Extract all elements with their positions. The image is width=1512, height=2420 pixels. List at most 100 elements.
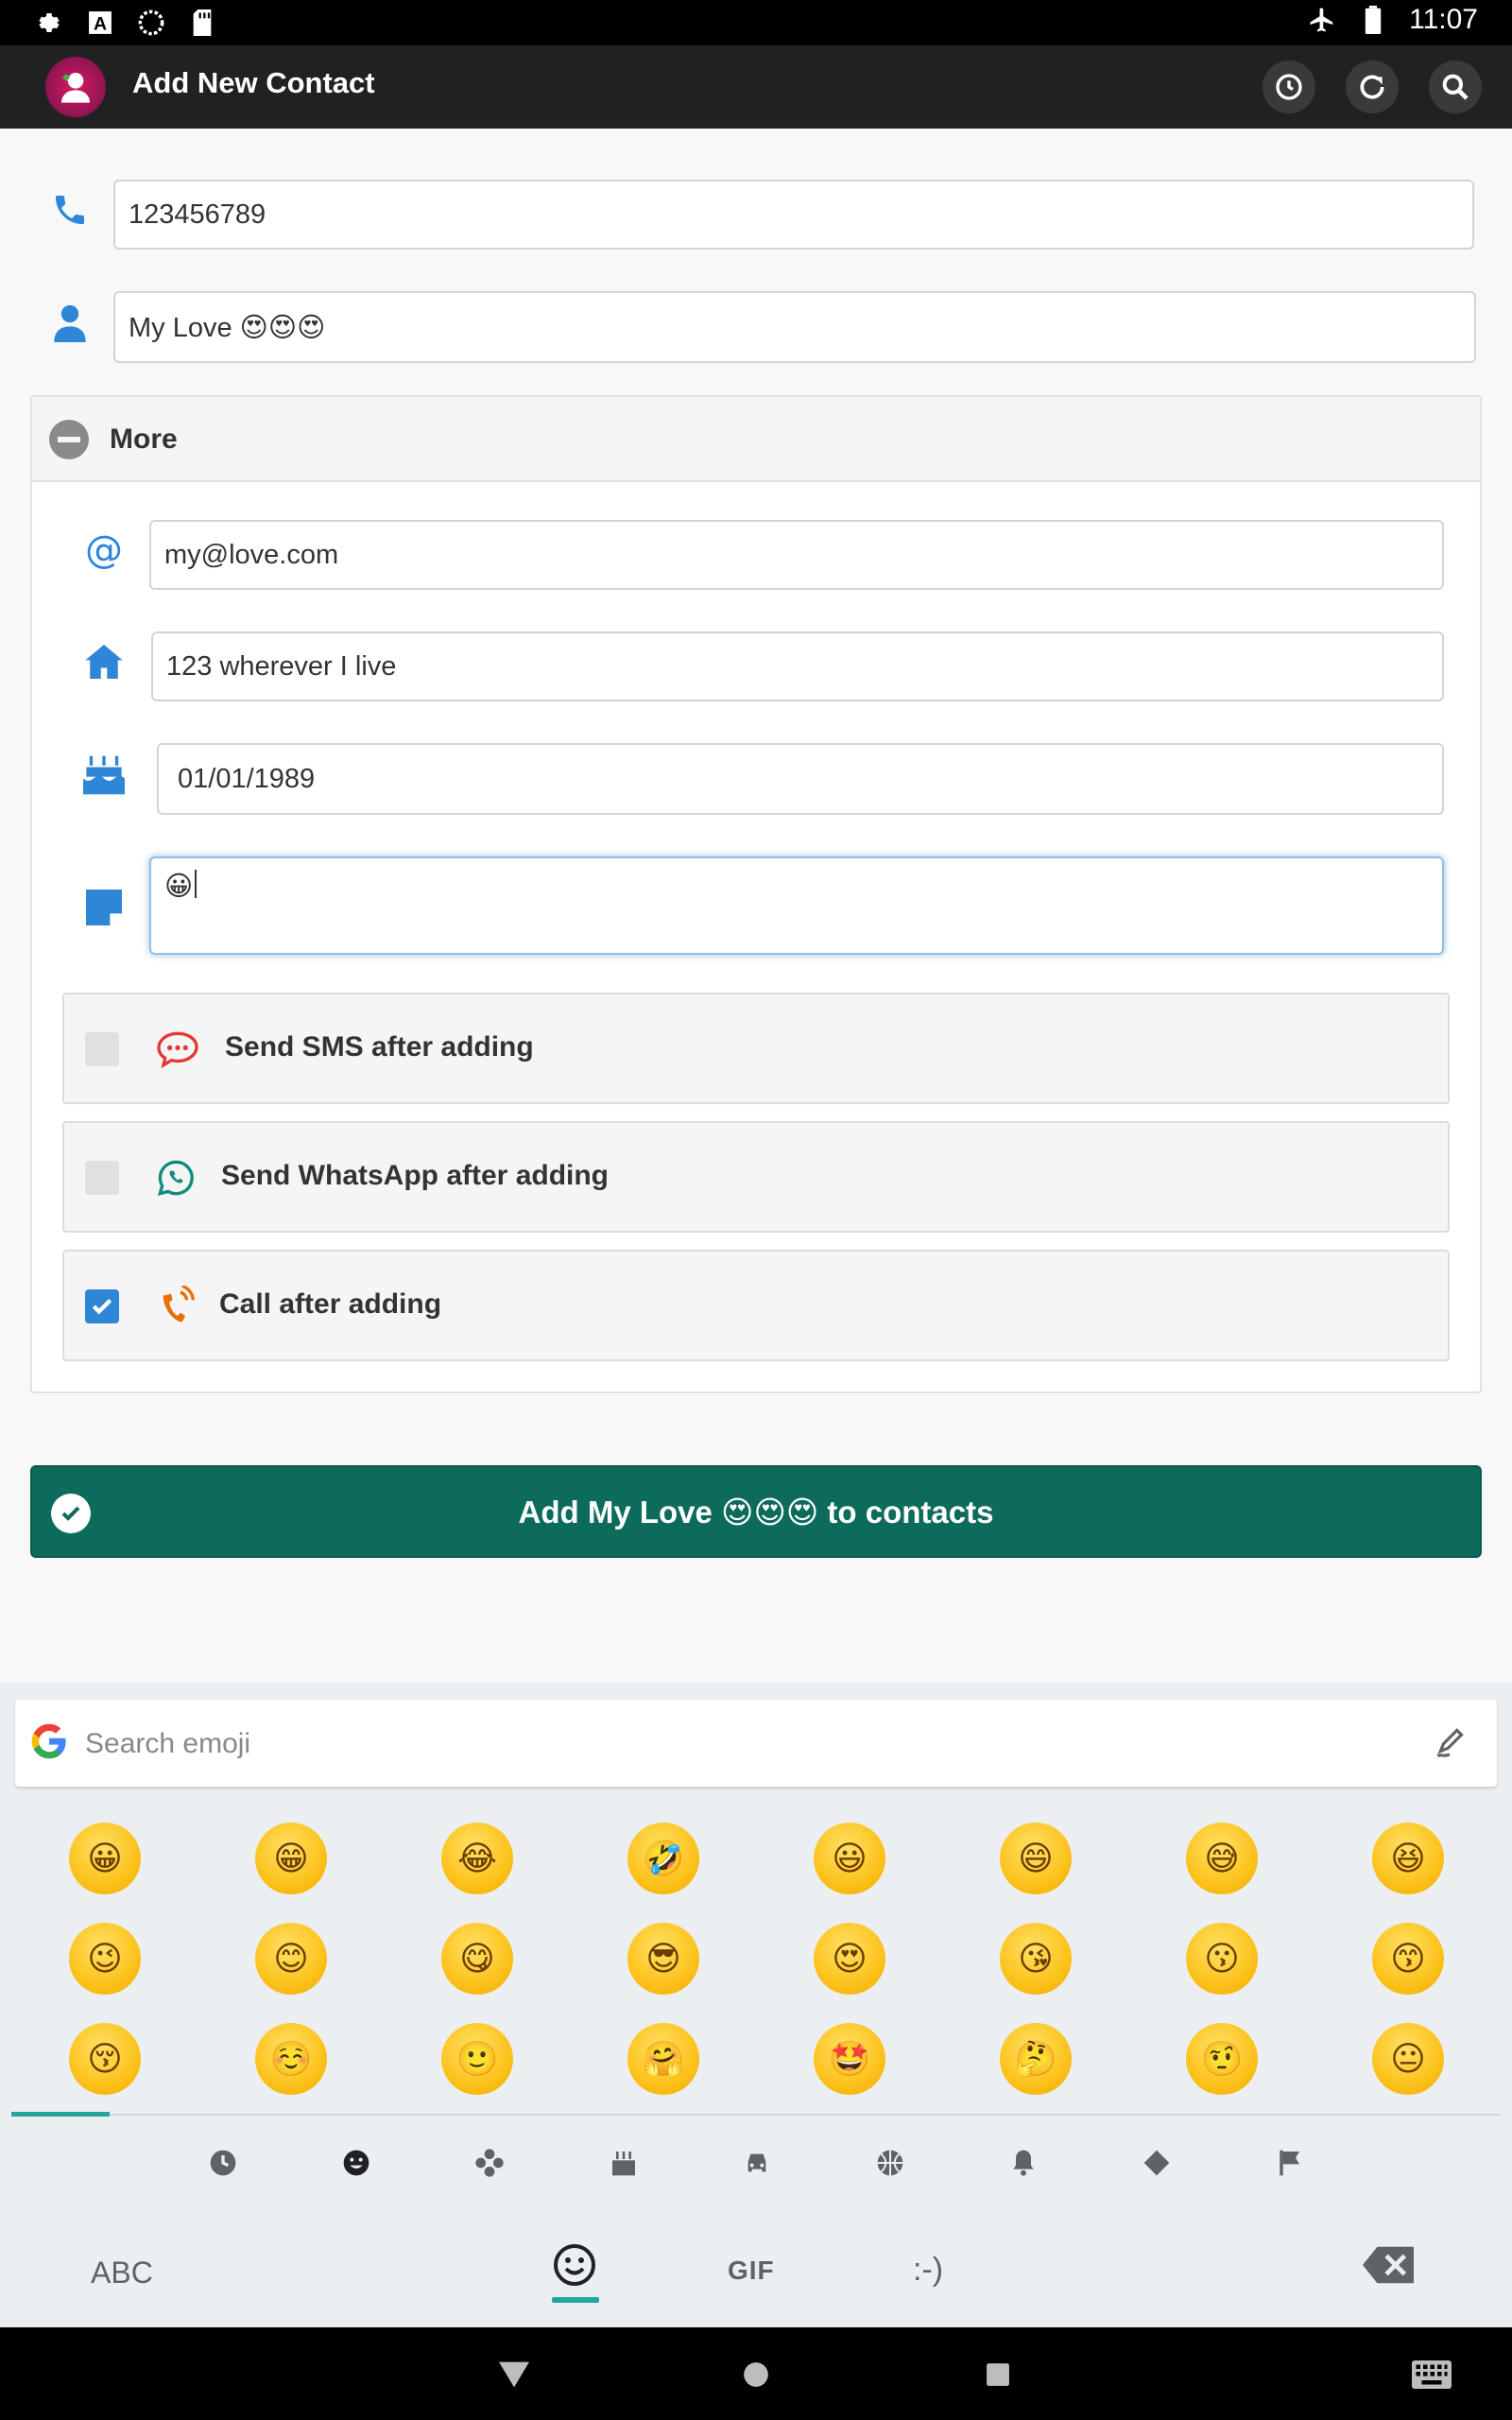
emoji-keyboard: Search emoji 😀 😁 😂 🤣 😃 😄 😅 😆 😉 😊 😋 😎 😍 😘 😗 😙 😚 ☺️ 🙂 🤗 🤩 🤔 🤨 😐 bbox=[0, 1683, 1512, 2327]
emoji-key[interactable]: 😊 bbox=[255, 1923, 327, 1995]
emoji-glyph: 😃 bbox=[832, 1839, 868, 1877]
more-panel: More @ my@love.com 123 wherever I live 0… bbox=[30, 395, 1482, 1393]
search-icon bbox=[1442, 74, 1469, 100]
app-bar: Add New Contact bbox=[0, 45, 1512, 129]
birthday-input[interactable]: 01/01/1989 bbox=[157, 743, 1444, 815]
history-icon bbox=[1276, 74, 1302, 100]
food-cake-icon[interactable] bbox=[605, 2144, 643, 2182]
recent-clock-icon[interactable] bbox=[204, 2144, 242, 2182]
emoji-key[interactable]: 😋 bbox=[441, 1923, 513, 1995]
ball-icon[interactable] bbox=[871, 2144, 909, 2182]
status-bar: A 11:07 bbox=[0, 0, 1512, 45]
emoji-key[interactable]: 😘 bbox=[1000, 1923, 1072, 1995]
diamond-icon[interactable] bbox=[1138, 2144, 1176, 2182]
emoji-glyph: 😊 bbox=[273, 1939, 309, 1978]
backspace-icon bbox=[1363, 2246, 1414, 2284]
bell-icon[interactable] bbox=[1005, 2144, 1042, 2182]
emoji-search-placeholder: Search emoji bbox=[85, 1728, 251, 1759]
emoji-glyph: ☺️ bbox=[269, 2039, 313, 2078]
emoji-key[interactable]: 🤨 bbox=[1186, 2023, 1258, 2095]
phone-value: 123456789 bbox=[129, 199, 266, 230]
note-icon bbox=[81, 885, 127, 930]
backspace-key[interactable] bbox=[1363, 2246, 1414, 2284]
sms-option-label: Send SMS after adding bbox=[225, 1031, 534, 1063]
note-textarea[interactable]: 😀 bbox=[149, 856, 1444, 955]
email-input[interactable]: my@love.com bbox=[149, 520, 1444, 590]
emoji-key[interactable]: 🤣 bbox=[627, 1823, 699, 1894]
recents-square-icon[interactable] bbox=[979, 2356, 1017, 2394]
nature-flower-icon[interactable] bbox=[471, 2144, 508, 2182]
emoji-key[interactable]: 😐 bbox=[1372, 2023, 1444, 2095]
checkmark-icon bbox=[92, 1298, 112, 1315]
phone-input[interactable]: 123456789 bbox=[113, 180, 1474, 250]
emoji-glyph: 😘 bbox=[1018, 1939, 1054, 1978]
home-circle-icon[interactable] bbox=[737, 2356, 775, 2394]
add-contact-button[interactable]: Add My Love 😍😍😍 to contacts bbox=[30, 1465, 1482, 1558]
emoji-key[interactable]: 😅 bbox=[1186, 1823, 1258, 1894]
emoji-key[interactable]: 😚 bbox=[69, 2023, 141, 2095]
more-label: More bbox=[110, 424, 178, 455]
phone-ringing-icon bbox=[153, 1284, 198, 1329]
sms-checkbox[interactable] bbox=[85, 1032, 119, 1066]
add-contact-avatar-icon bbox=[45, 57, 106, 117]
clock-time: 11:07 bbox=[1409, 4, 1478, 35]
emoji-glyph: 😍 bbox=[832, 1939, 868, 1978]
back-triangle-icon[interactable] bbox=[495, 2356, 533, 2394]
keyboard-switch-icon[interactable] bbox=[1412, 2356, 1452, 2394]
abc-key[interactable]: ABC bbox=[91, 2256, 153, 2290]
emoji-glyph: 🤨 bbox=[1200, 2039, 1244, 2078]
emoji-tab-button[interactable] bbox=[552, 2242, 599, 2290]
emoji-key[interactable]: 🤔 bbox=[1000, 2023, 1072, 2095]
whatsapp-checkbox[interactable] bbox=[85, 1161, 119, 1195]
emoji-glyph: 😋 bbox=[459, 1939, 495, 1978]
emoji-glyph: 😗 bbox=[1204, 1939, 1240, 1978]
airplane-icon bbox=[1307, 5, 1337, 35]
emoji-grid: 😀 😁 😂 🤣 😃 😄 😅 😆 😉 😊 😋 😎 😍 😘 😗 😙 😚 ☺️ 🙂 🤗 🤩 🤔 🤨 😐 bbox=[0, 1811, 1512, 2114]
category-divider bbox=[11, 2114, 1501, 2116]
home-icon bbox=[81, 639, 127, 684]
emoji-glyph: 😂 bbox=[456, 1839, 498, 1877]
call-checkbox[interactable] bbox=[85, 1289, 119, 1323]
emoji-key[interactable]: ☺️ bbox=[255, 2023, 327, 2095]
option-send-whatsapp[interactable]: Send WhatsApp after adding bbox=[62, 1121, 1450, 1233]
emoji-key[interactable]: 😍 bbox=[814, 1923, 885, 1995]
refresh-button[interactable] bbox=[1346, 60, 1399, 113]
emoji-key[interactable]: 😄 bbox=[1000, 1823, 1072, 1894]
flag-icon[interactable] bbox=[1271, 2144, 1309, 2182]
smiley-icon[interactable] bbox=[337, 2144, 375, 2182]
address-input[interactable]: 123 wherever I live bbox=[151, 631, 1444, 701]
emoji-glyph: 😐 bbox=[1390, 2039, 1426, 2078]
emoji-glyph: 🙂 bbox=[455, 2039, 499, 2078]
handwriting-pen-icon[interactable] bbox=[1435, 1724, 1472, 1762]
note-value: 😀 bbox=[164, 872, 194, 902]
name-input[interactable]: My Love 😍😍😍 bbox=[113, 291, 1476, 363]
emoji-key[interactable]: 😂 bbox=[441, 1823, 513, 1894]
emoji-key[interactable]: 😙 bbox=[1372, 1923, 1444, 1995]
font-a-icon: A bbox=[85, 8, 115, 38]
emoji-glyph: 🤔 bbox=[1014, 2039, 1057, 2078]
emoji-key[interactable]: 😎 bbox=[627, 1923, 699, 1995]
emoji-key[interactable]: 😀 bbox=[69, 1823, 141, 1894]
emoji-search-bar[interactable]: Search emoji bbox=[15, 1700, 1497, 1787]
history-button[interactable] bbox=[1263, 60, 1315, 113]
emoticon-tab[interactable]: :-) bbox=[913, 2252, 943, 2289]
emoji-key[interactable]: 😃 bbox=[814, 1823, 885, 1894]
emoji-key[interactable]: 😆 bbox=[1372, 1823, 1444, 1894]
emoji-key[interactable]: 🤗 bbox=[627, 2023, 699, 2095]
option-call[interactable]: Call after adding bbox=[62, 1250, 1450, 1361]
car-icon[interactable] bbox=[738, 2144, 776, 2182]
address-value: 123 wherever I live bbox=[166, 650, 397, 682]
gif-tab[interactable]: GIF bbox=[728, 2256, 775, 2286]
emoji-glyph: 😆 bbox=[1390, 1839, 1426, 1877]
option-send-sms[interactable]: Send SMS after adding bbox=[62, 993, 1450, 1104]
emoji-key[interactable]: 😉 bbox=[69, 1923, 141, 1995]
emoji-key[interactable]: 🤩 bbox=[814, 2023, 885, 2095]
emoji-key[interactable]: 🙂 bbox=[441, 2023, 513, 2095]
more-toggle[interactable]: More bbox=[32, 397, 1480, 482]
name-value: My Love 😍😍😍 bbox=[129, 312, 326, 343]
search-button[interactable] bbox=[1429, 60, 1482, 113]
birthday-cake-icon bbox=[81, 752, 127, 798]
emoji-key[interactable]: 😁 bbox=[255, 1823, 327, 1894]
emoji-key[interactable]: 😗 bbox=[1186, 1923, 1258, 1995]
google-g-icon bbox=[28, 1720, 74, 1766]
